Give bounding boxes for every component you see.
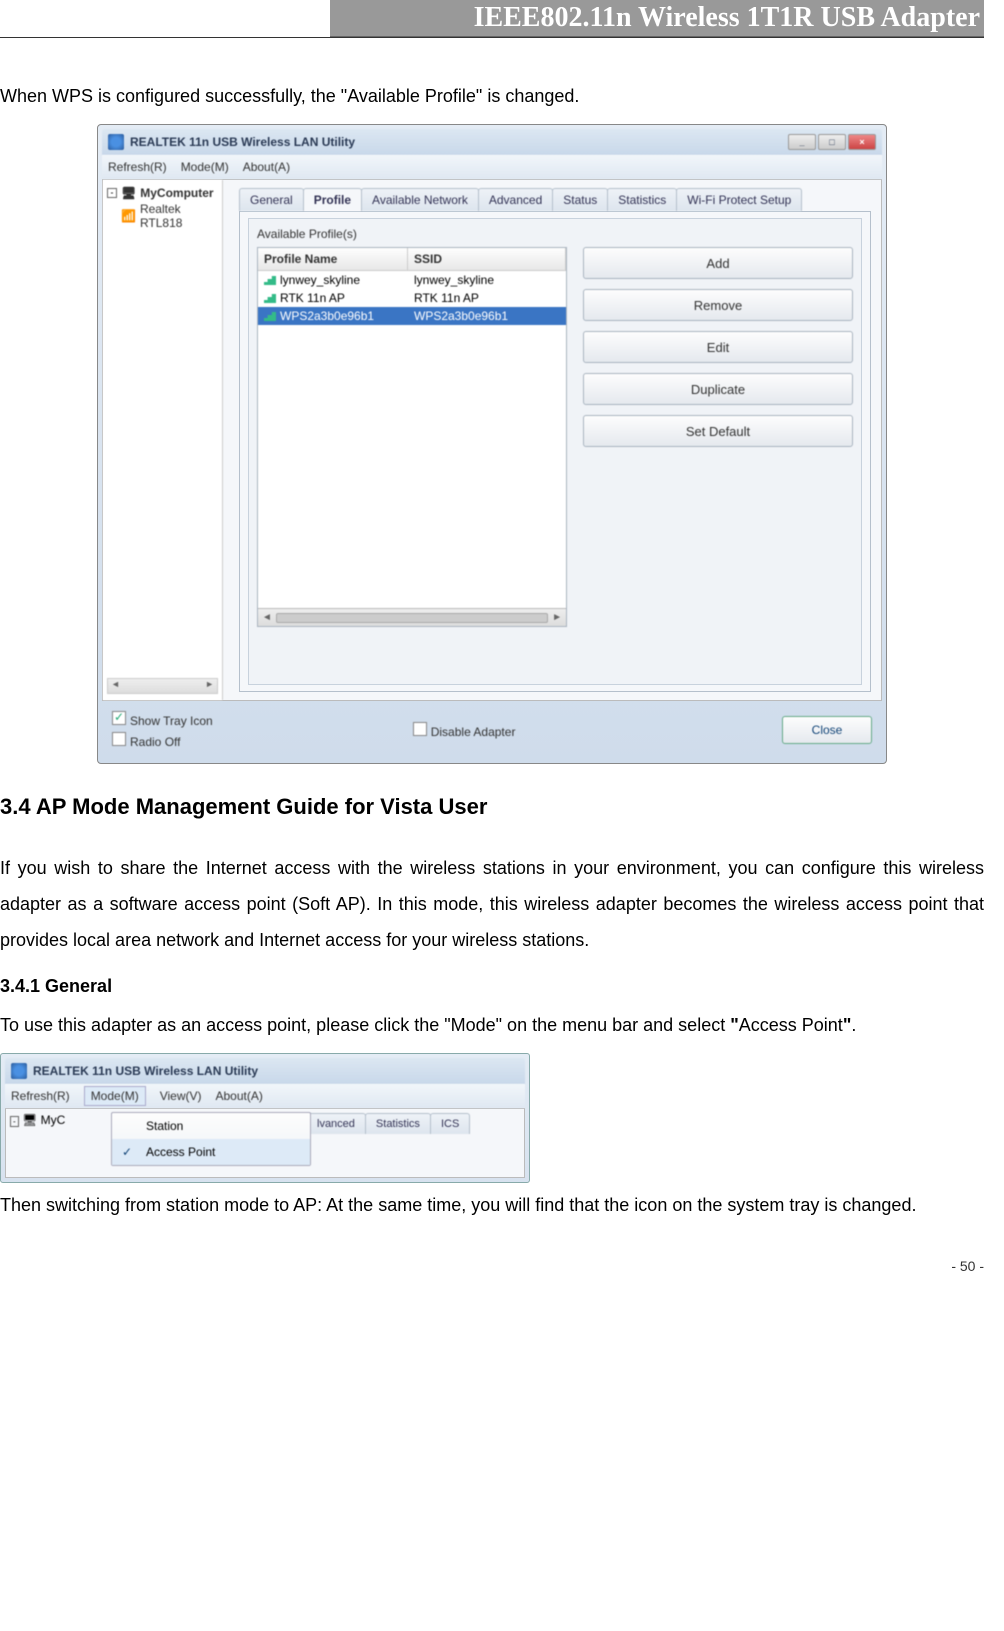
menu-view[interactable]: View(V) — [160, 1089, 202, 1103]
window-title: REALTEK 11n USB Wireless LAN Utility — [33, 1064, 258, 1078]
screenshot-mode-menu: REALTEK 11n USB Wireless LAN Utility Ref… — [0, 1053, 530, 1183]
header-divider — [0, 37, 984, 38]
signal-icon — [264, 311, 276, 321]
tab-statistics[interactable]: Statistics — [365, 1113, 431, 1134]
radio-off-label: Radio Off — [130, 735, 180, 749]
mode-station[interactable]: Station — [112, 1113, 310, 1139]
tab-status[interactable]: Status — [552, 188, 608, 211]
menu-refresh[interactable]: Refresh(R) — [11, 1089, 70, 1103]
para-3-4-1: To use this adapter as an access point, … — [0, 1007, 984, 1043]
mode-dropdown: Station ✓Access Point — [111, 1112, 311, 1166]
intro-paragraph: When WPS is configured successfully, the… — [0, 78, 984, 114]
disable-adapter-checkbox[interactable] — [413, 722, 427, 736]
tree-root[interactable]: MyComputer — [140, 186, 213, 200]
col-profile-name[interactable]: Profile Name — [258, 248, 408, 270]
menu-about[interactable]: About(A) — [243, 160, 290, 174]
menu-mode[interactable]: Mode(M) — [84, 1086, 146, 1106]
screenshot-wlan-utility-profile: REALTEK 11n USB Wireless LAN Utility _ □… — [97, 124, 887, 764]
tab-ics[interactable]: ICS — [430, 1113, 470, 1134]
close-window-button[interactable]: × — [848, 134, 876, 150]
doc-header: IEEE802.11n Wireless 1T1R USB Adapter — [330, 0, 984, 37]
signal-icon — [264, 275, 276, 285]
tab-profile[interactable]: Profile — [303, 188, 362, 211]
menu-about[interactable]: About(A) — [216, 1089, 263, 1103]
menu-mode[interactable]: Mode(M) — [181, 160, 229, 174]
table-row-selected[interactable]: WPS2a3b0e96b1 WPS2a3b0e96b1 — [258, 307, 566, 325]
window-title: REALTEK 11n USB Wireless LAN Utility — [130, 135, 355, 149]
device-tree: -🖥 MyComputer 📶 Realtek RTL818 ◄► — [103, 180, 223, 700]
tree-root[interactable]: MyC — [41, 1113, 66, 1127]
titlebar: REALTEK 11n USB Wireless LAN Utility _ □… — [102, 129, 882, 155]
tab-bar: General Profile Available Network Advanc… — [239, 188, 871, 211]
table-row[interactable]: lynwey_skyline lynwey_skyline — [258, 271, 566, 289]
tab-statistics[interactable]: Statistics — [607, 188, 677, 211]
signal-icon — [264, 293, 276, 303]
remove-button[interactable]: Remove — [583, 289, 853, 321]
para-3-4: If you wish to share the Internet access… — [0, 850, 984, 958]
titlebar: REALTEK 11n USB Wireless LAN Utility — [5, 1058, 525, 1084]
profile-list[interactable]: Profile Name SSID lynwey_skyline lynwey_… — [257, 247, 567, 627]
edit-button[interactable]: Edit — [583, 331, 853, 363]
table-row[interactable]: RTK 11n AP RTK 11n AP — [258, 289, 566, 307]
menubar: Refresh(R) Mode(M) View(V) About(A) — [5, 1084, 525, 1108]
close-button[interactable]: Close — [782, 716, 872, 744]
tab-general[interactable]: General — [239, 188, 304, 211]
app-icon — [11, 1063, 27, 1079]
show-tray-label: Show Tray Icon — [130, 714, 213, 728]
tab-advanced[interactable]: Advanced — [478, 188, 553, 211]
col-ssid[interactable]: SSID — [408, 248, 566, 270]
show-tray-checkbox[interactable] — [112, 711, 126, 725]
menubar: Refresh(R) Mode(M) About(A) — [102, 155, 882, 179]
radio-off-checkbox[interactable] — [112, 732, 126, 746]
window-footer: Show Tray Icon Radio Off Disable Adapter… — [102, 701, 882, 759]
tab-advanced-partial[interactable]: lvanced — [306, 1113, 366, 1134]
heading-3-4: 3.4 AP Mode Management Guide for Vista U… — [0, 794, 984, 820]
page-number: - 50 - — [0, 1258, 984, 1274]
set-default-button[interactable]: Set Default — [583, 415, 853, 447]
add-button[interactable]: Add — [583, 247, 853, 279]
tab-wifi-protect[interactable]: Wi-Fi Protect Setup — [676, 188, 802, 211]
menu-refresh[interactable]: Refresh(R) — [108, 160, 167, 174]
disable-adapter-label: Disable Adapter — [431, 725, 516, 739]
closing-paragraph: Then switching from station mode to AP: … — [0, 1193, 984, 1218]
tree-child[interactable]: Realtek RTL818 — [140, 202, 218, 230]
maximize-button[interactable]: □ — [818, 134, 846, 150]
panel-title: Available Profile(s) — [257, 227, 853, 241]
mode-access-point[interactable]: ✓Access Point — [112, 1139, 310, 1165]
minimize-button[interactable]: _ — [788, 134, 816, 150]
horizontal-scrollbar[interactable]: ◄► — [258, 608, 566, 626]
app-icon — [108, 134, 124, 150]
heading-3-4-1: 3.4.1 General — [0, 976, 984, 997]
duplicate-button[interactable]: Duplicate — [583, 373, 853, 405]
tab-available-network[interactable]: Available Network — [361, 188, 479, 211]
